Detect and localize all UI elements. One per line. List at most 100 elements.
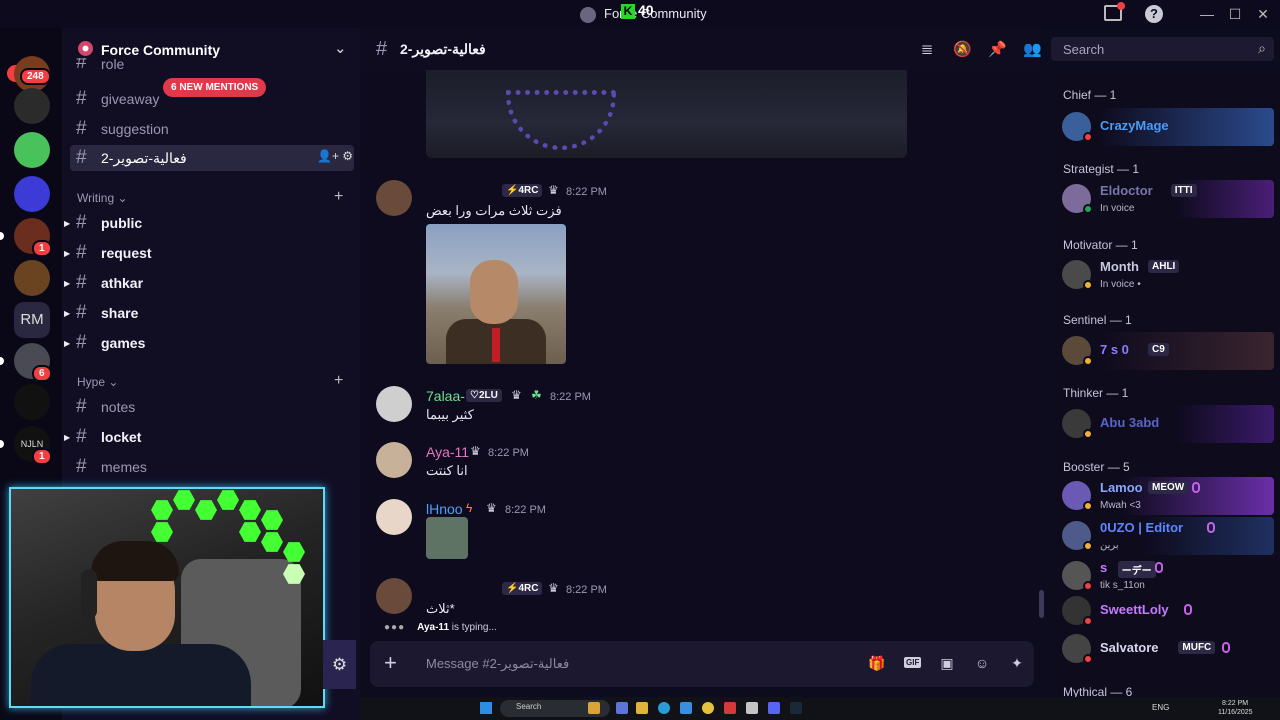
member-activity: برين bbox=[1100, 540, 1119, 551]
apps-icon[interactable]: ✦ bbox=[1008, 655, 1026, 673]
category-hype[interactable]: Hype ⌄ bbox=[77, 375, 118, 389]
message-image-attachment[interactable] bbox=[426, 224, 566, 364]
avatar[interactable] bbox=[376, 578, 412, 614]
avatar[interactable] bbox=[376, 386, 412, 422]
typing-indicator: ●●● Aya-11 is typing... bbox=[384, 622, 497, 633]
member-tag: C9 bbox=[1148, 343, 1169, 356]
search-placeholder: Search bbox=[1063, 42, 1105, 57]
help-icon[interactable]: ? bbox=[1145, 5, 1163, 23]
username[interactable]: 7alaa- bbox=[426, 388, 465, 404]
hash-icon: # bbox=[76, 58, 87, 73]
add-channel-button[interactable]: + bbox=[334, 188, 343, 206]
username[interactable]: lHnoo bbox=[426, 501, 463, 517]
member-name: 0UZO | Editor bbox=[1100, 520, 1184, 535]
guild-tag-text: 4RC bbox=[518, 185, 539, 196]
hash-icon: # bbox=[76, 456, 87, 477]
chevron-down-icon[interactable]: ⌄ bbox=[334, 39, 347, 57]
status-indicator bbox=[1083, 616, 1093, 626]
server-icon[interactable] bbox=[14, 384, 50, 420]
category-writing[interactable]: Writing ⌄ bbox=[77, 191, 128, 205]
member-item[interactable]: Salvatore MUFC bbox=[1056, 630, 1274, 668]
app-icon[interactable] bbox=[724, 702, 736, 714]
edge-icon[interactable] bbox=[658, 702, 670, 714]
server-icon[interactable] bbox=[14, 176, 50, 212]
hash-icon: # bbox=[76, 88, 87, 109]
app-icon[interactable] bbox=[680, 702, 692, 714]
search-input[interactable]: Search ⌕ bbox=[1051, 37, 1274, 61]
scrollbar[interactable] bbox=[1039, 590, 1044, 618]
username[interactable]: Aya-11 bbox=[426, 444, 469, 460]
language-indicator[interactable]: ENG bbox=[1152, 703, 1169, 712]
channel-share[interactable]: ▶ # share bbox=[64, 300, 354, 326]
sticker-icon[interactable]: ▣ bbox=[938, 655, 956, 673]
inbox-icon[interactable] bbox=[1104, 2, 1125, 21]
pin-icon[interactable]: 📌 bbox=[988, 40, 1007, 58]
member-list-icon[interactable]: 👥 bbox=[1023, 40, 1042, 58]
emoji-icon[interactable]: ☺ bbox=[973, 655, 991, 673]
channel-memes[interactable]: # memes bbox=[70, 454, 354, 480]
gift-icon[interactable]: 🎁 bbox=[868, 655, 886, 673]
member-tag: ITTI bbox=[1170, 184, 1197, 197]
channel-suggestion[interactable]: # suggestion bbox=[70, 116, 354, 142]
channel-public[interactable]: ▶ # public bbox=[64, 210, 354, 236]
app-icon[interactable] bbox=[616, 702, 628, 714]
mute-bell-icon[interactable]: 🔕 bbox=[953, 40, 972, 58]
app-icon[interactable] bbox=[746, 702, 758, 714]
member-item[interactable]: SweettLoly bbox=[1056, 592, 1274, 630]
member-item[interactable]: 0UZO | Editor برين bbox=[1056, 517, 1274, 555]
member-item[interactable]: 7 s 0 C9 bbox=[1056, 332, 1274, 370]
member-item[interactable]: Month AHLI In voice • bbox=[1056, 256, 1274, 294]
maximize-button[interactable]: ☐ bbox=[1224, 4, 1246, 24]
channel-locket[interactable]: ▶ # locket bbox=[64, 424, 354, 450]
attach-plus-button[interactable]: + bbox=[384, 650, 397, 676]
channel-label: memes bbox=[101, 459, 147, 475]
message-composer[interactable]: + Message #فعالية-تصوير-2 🎁 GIF ▣ ☺ ✦ bbox=[370, 641, 1034, 687]
chrome-icon[interactable] bbox=[702, 702, 714, 714]
server-icon[interactable] bbox=[14, 88, 50, 124]
member-item[interactable]: Abu 3abd bbox=[1056, 405, 1274, 443]
user-settings-gear-icon[interactable]: ⚙ bbox=[323, 640, 356, 689]
channel-games[interactable]: ▶ # games bbox=[64, 330, 354, 356]
member-activity: Mwah <3 bbox=[1100, 500, 1141, 511]
hex-light bbox=[195, 500, 217, 520]
channel-role[interactable]: # role bbox=[70, 58, 354, 76]
server-icon[interactable] bbox=[14, 260, 50, 296]
member-name: Lamoo bbox=[1100, 480, 1143, 495]
channel-label: giveaway bbox=[101, 91, 160, 107]
app-icon[interactable] bbox=[588, 702, 600, 714]
discord-icon[interactable] bbox=[768, 702, 780, 714]
member-name: CrazyMage bbox=[1100, 118, 1169, 133]
member-item[interactable]: Eldoctor ITTI In voice bbox=[1056, 180, 1274, 218]
avatar[interactable] bbox=[376, 442, 412, 478]
member-activity: In voice bbox=[1100, 203, 1135, 214]
channel-athkar[interactable]: ▶ # athkar bbox=[64, 270, 354, 296]
steam-icon[interactable] bbox=[790, 702, 802, 714]
channel-label: فعالية-تصوير-2 bbox=[101, 150, 187, 166]
gif-button[interactable]: GIF bbox=[904, 657, 922, 668]
avatar[interactable] bbox=[376, 499, 412, 535]
windows-start-icon[interactable] bbox=[480, 702, 492, 714]
message-text: انا كنتت bbox=[426, 463, 468, 478]
close-button[interactable]: ✕ bbox=[1252, 4, 1274, 24]
server-icon[interactable] bbox=[14, 132, 50, 168]
clock-date[interactable]: 11/16/2025 bbox=[1218, 709, 1253, 716]
status-indicator bbox=[1083, 541, 1093, 551]
minimize-button[interactable]: — bbox=[1196, 4, 1218, 24]
channel-active[interactable]: # فعالية-تصوير-2 👤+ ⚙ bbox=[70, 145, 354, 171]
member-item[interactable]: CrazyMage bbox=[1056, 108, 1274, 146]
member-item[interactable]: s ーデー tik s_11on bbox=[1056, 557, 1274, 595]
threads-icon[interactable]: ≣ bbox=[918, 40, 936, 58]
channel-settings-icons[interactable]: 👤+ ⚙ bbox=[317, 149, 353, 163]
channel-notes[interactable]: # notes bbox=[70, 394, 354, 420]
message-image-attachment[interactable] bbox=[426, 517, 468, 559]
message-image-attachment[interactable] bbox=[426, 70, 907, 158]
member-item[interactable]: Lamoo MEOW Mwah <3 bbox=[1056, 477, 1274, 515]
channel-request[interactable]: ▶ # request bbox=[64, 240, 354, 266]
folder-icon[interactable] bbox=[636, 702, 648, 714]
avatar[interactable] bbox=[376, 180, 412, 216]
clock-time[interactable]: 8:22 PM bbox=[1222, 700, 1248, 707]
hex-light bbox=[151, 522, 173, 542]
new-mentions-pill[interactable]: 6 NEW MENTIONS bbox=[163, 78, 267, 97]
add-channel-button[interactable]: + bbox=[334, 372, 343, 390]
server-icon[interactable]: RM bbox=[14, 302, 50, 338]
